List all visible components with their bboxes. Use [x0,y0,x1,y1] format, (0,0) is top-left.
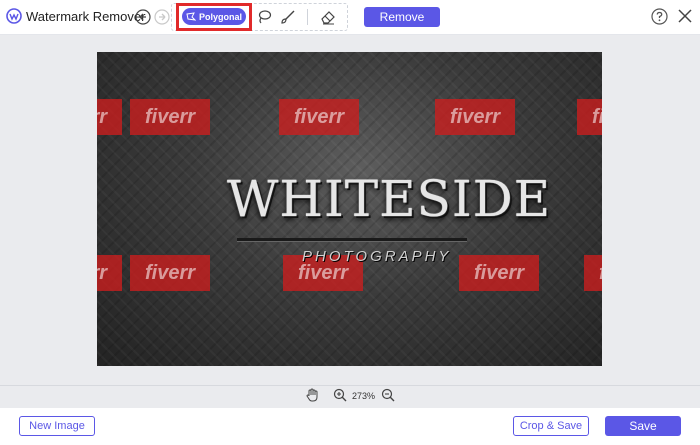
watermark-remover-logo-icon [6,8,22,24]
watermark: fiverr [584,255,602,291]
redo-icon [154,9,170,25]
redo-button[interactable] [154,9,170,25]
zoom-out-button[interactable] [381,388,395,402]
watermark: fiverr [279,99,359,135]
bottom-bar [0,408,700,445]
close-button[interactable] [677,8,693,24]
lasso-tool-button[interactable] [256,9,272,25]
photo-logo-subtitle: PHOTOGRAPHY [302,248,452,265]
watermark: fiverr [97,255,122,291]
eraser-icon [321,11,335,25]
watermark: fiverr [97,99,122,135]
lasso-icon [258,10,272,24]
undo-button[interactable] [135,9,151,25]
remove-button[interactable]: Remove [364,7,440,27]
watermark: fiverr [577,99,602,135]
brush-tool-button[interactable] [280,9,296,25]
brush-icon [281,10,295,24]
help-icon [651,8,668,25]
zoom-out-icon [381,388,395,402]
save-button[interactable]: Save [605,416,681,436]
polygonal-highlight-frame [176,3,252,31]
edited-image[interactable]: fiverr fiverr fiverr fiverr fiverr fiver… [97,52,602,366]
zoom-in-icon [333,388,347,402]
app-brand: Watermark Remover [6,8,145,24]
watermark: fiverr [130,99,210,135]
photo-logo-rule [237,238,467,241]
close-icon [678,9,692,23]
zoom-in-button[interactable] [333,388,347,402]
zoom-bar [0,385,700,408]
help-button[interactable] [651,8,668,25]
photo-logo-title: WHITESIDE [227,170,552,228]
new-image-button[interactable]: New Image [19,416,95,436]
zoom-level: 273% [352,391,376,401]
toolbar-divider [307,9,308,25]
eraser-tool-button[interactable] [320,9,336,25]
pan-button[interactable] [305,388,319,402]
watermark: fiverr [130,255,210,291]
app-title: Watermark Remover [26,8,146,24]
hand-icon [306,388,318,402]
undo-icon [135,9,151,25]
crop-save-button[interactable]: Crop & Save [513,416,589,436]
watermark: fiverr [435,99,515,135]
